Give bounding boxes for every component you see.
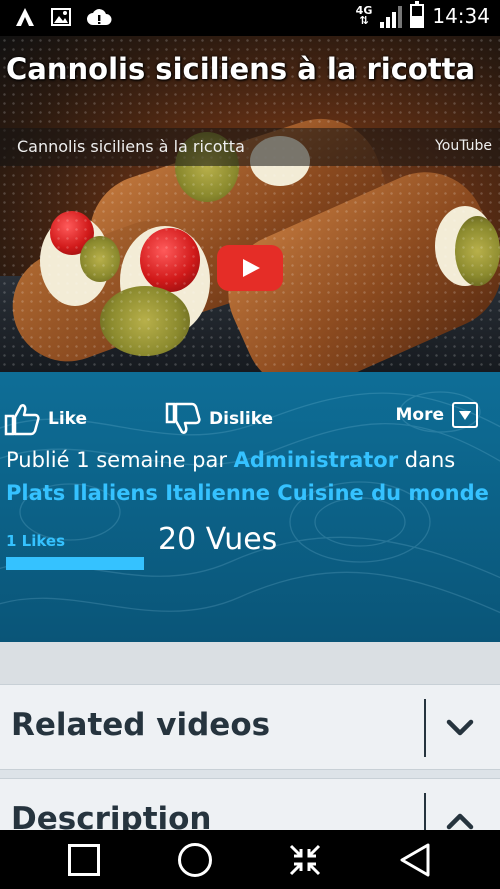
more-label: More: [395, 405, 444, 425]
page-title: Cannolis siciliens à la ricotta: [6, 52, 476, 86]
video-player[interactable]: Cannolis siciliens à la ricotta YouTube: [0, 36, 500, 372]
in-text: dans: [398, 448, 456, 472]
likes-progress-bar: [6, 557, 144, 570]
chevron-down-icon[interactable]: [446, 714, 474, 742]
youtube-logo[interactable]: YouTube: [435, 138, 492, 154]
like-label: Like: [48, 409, 88, 429]
related-videos-section[interactable]: Related videos: [0, 684, 500, 770]
status-bar: 4G ⇅ 14:34: [0, 0, 500, 36]
views-count: 20 Vues: [158, 522, 278, 557]
cloud-alert-icon: [87, 9, 112, 25]
app-notification-icon: [16, 8, 34, 26]
battery-icon: [410, 1, 425, 28]
thumbs-up-icon: [4, 404, 40, 436]
image-notification-icon: [51, 8, 71, 26]
embed-header: Cannolis siciliens à la ricotta YouTube: [0, 128, 500, 166]
dropdown-arrow-icon: [452, 402, 478, 428]
publish-meta: Publié 1 semaine par Administrator dans …: [6, 444, 492, 510]
embed-video-title[interactable]: Cannolis siciliens à la ricotta: [17, 137, 245, 156]
like-button[interactable]: Like: [4, 402, 87, 436]
navigation-bar: [0, 830, 500, 889]
likes-count: 1 Likes: [6, 532, 66, 550]
notification-icons: [14, 6, 112, 28]
dislike-label: Dislike: [209, 409, 274, 429]
thumbs-down-icon: [165, 402, 201, 434]
back-button[interactable]: [398, 842, 432, 878]
shrink-screen-icon[interactable]: [288, 843, 322, 877]
recent-apps-button[interactable]: [68, 844, 100, 876]
description-section[interactable]: Description: [0, 778, 500, 838]
home-button[interactable]: [178, 843, 212, 877]
play-button[interactable]: [217, 245, 283, 291]
author-link[interactable]: Administrator: [234, 448, 398, 472]
dislike-button[interactable]: Dislike: [165, 402, 273, 436]
more-button[interactable]: More: [395, 402, 478, 428]
video-info-panel: Like Dislike More Publié 1 semaine par A…: [0, 372, 500, 642]
published-text: Publié 1 semaine par: [6, 448, 234, 472]
signal-strength-icon: [380, 4, 403, 28]
clock: 14:34: [432, 4, 490, 28]
category-links[interactable]: Plats Ilaliens Italienne Cuisine du mond…: [6, 481, 489, 505]
network-type-icon: 4G ⇅: [355, 4, 373, 27]
section-gap: [0, 642, 500, 684]
related-videos-label: Related videos: [11, 707, 271, 743]
